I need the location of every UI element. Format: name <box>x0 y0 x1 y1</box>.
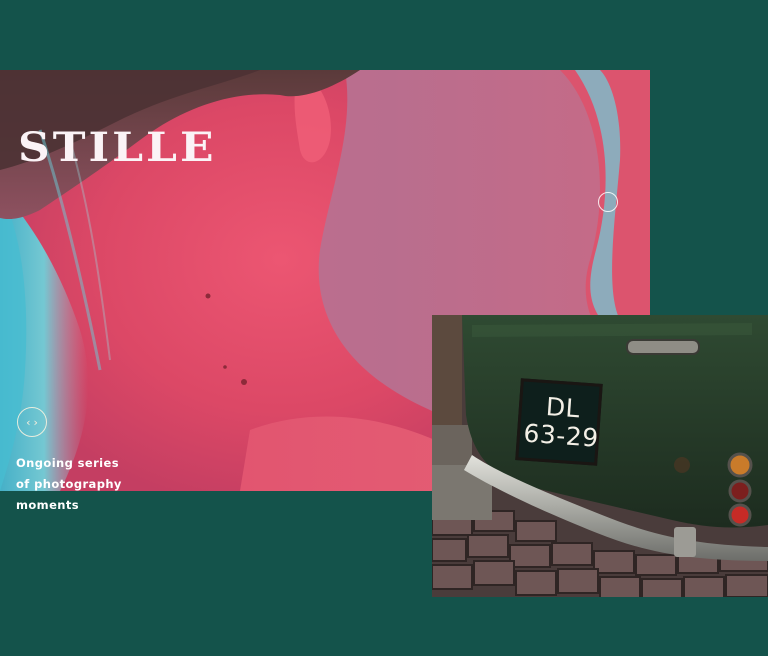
car-photo: DL 63-29 <box>432 315 768 597</box>
slider-nav-button[interactable]: ‹ › <box>17 407 47 437</box>
hotspot-button[interactable] <box>598 192 618 212</box>
brand-logo[interactable]: STILLE <box>18 128 217 168</box>
hero-caption: Ongoing series of photography moments <box>16 453 166 516</box>
caption-line: Ongoing series <box>16 456 119 470</box>
car-photo-graphic <box>432 315 768 597</box>
plate-line-1: DL <box>544 392 582 424</box>
plate-line-2: 63-29 <box>522 418 600 453</box>
chevron-left-icon: ‹ <box>26 415 31 429</box>
license-plate: DL 63-29 <box>515 378 603 466</box>
caption-line: moments <box>16 498 79 512</box>
chevron-right-icon: › <box>33 415 38 429</box>
caption-line: of photography <box>16 477 122 491</box>
